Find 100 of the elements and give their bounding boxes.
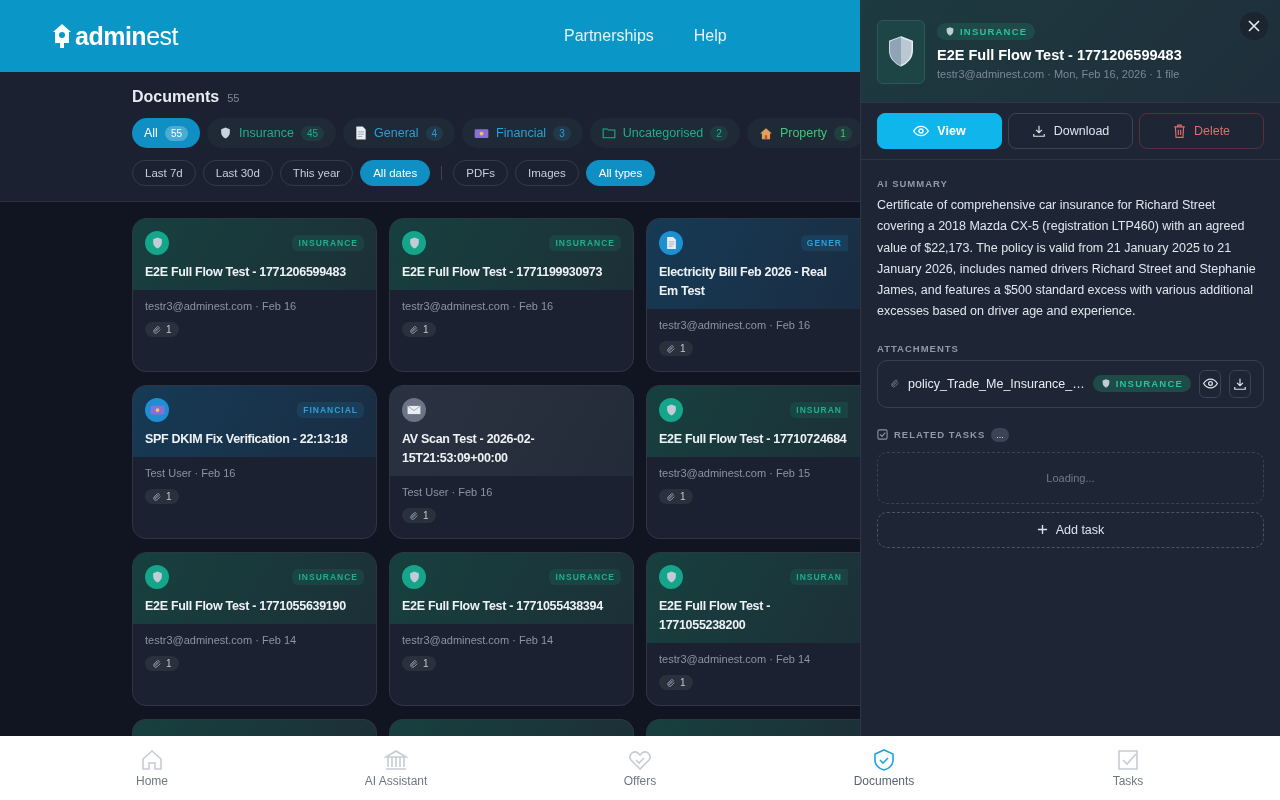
- paperclip-icon: [666, 491, 676, 502]
- attachment-count: 1: [659, 489, 693, 504]
- download-button[interactable]: [1229, 369, 1251, 398]
- attachment-count: 1: [145, 489, 179, 504]
- task-count: ...: [991, 427, 1009, 442]
- paperclip-icon: [666, 343, 676, 354]
- shield-icon: [402, 565, 426, 589]
- close-button[interactable]: [1240, 12, 1268, 40]
- category-badge: GENER: [800, 235, 848, 251]
- delete-button[interactable]: Delete: [1139, 113, 1264, 149]
- house-icon: [758, 126, 773, 140]
- document-card[interactable]: INSURAN E2E Full Flow Test - 17710724684 testr3@adminest.com · Feb 15 1: [646, 385, 860, 539]
- bottom-nav-tab[interactable]: Documents: [824, 747, 944, 789]
- add-task-button[interactable]: Add task: [877, 511, 1264, 548]
- paperclip-icon: [666, 677, 676, 688]
- paperclip-icon: [890, 377, 900, 391]
- paperclip-icon: [152, 658, 162, 669]
- category-chip[interactable]: Uncategorised 2: [589, 118, 740, 148]
- download-icon: [1233, 376, 1247, 391]
- card-meta: Test User · Feb 16: [145, 467, 237, 479]
- paperclip-icon: [409, 324, 419, 335]
- document-card[interactable]: FINANCIAL SPF DKIM Fix Verification - 22:13:18 Test User · Feb 16 1: [132, 385, 377, 539]
- category-badge: INSURANCE: [937, 23, 1036, 40]
- shield-icon: [659, 398, 683, 422]
- card-meta: testr3@adminest.com · Feb 14: [402, 634, 555, 646]
- shield-icon: [1100, 378, 1111, 390]
- card-meta: testr3@adminest.com · Feb 16: [402, 300, 555, 312]
- bottom-nav-tab[interactable]: Tasks: [1068, 747, 1188, 789]
- bottom-nav-tab[interactable]: Offers: [580, 747, 700, 789]
- attachment-count: 1: [659, 341, 693, 356]
- date-filter-chip[interactable]: All dates: [360, 160, 431, 186]
- type-filter-chip[interactable]: All types: [585, 160, 656, 186]
- file-name[interactable]: policy_Trade_Me_Insurance_…: [908, 376, 1085, 391]
- banknote-icon: [474, 127, 490, 139]
- folder-icon: [601, 127, 616, 139]
- document-card[interactable]: AV Scan Test - 2026-02-15T21:53:09+00:00 Test User · Feb 16 1: [389, 385, 634, 539]
- card-title: E2E Full Flow Test - 1771055238200: [659, 598, 772, 634]
- shield-icon: [145, 231, 169, 255]
- attachment-count: 1: [402, 322, 436, 337]
- category-badge: INSURANCE: [292, 569, 364, 585]
- card-meta: testr3@adminest.com · Feb 14: [145, 634, 298, 646]
- category-chip[interactable]: All 55: [132, 118, 201, 148]
- document-count: 55: [227, 92, 240, 104]
- card-meta: testr3@adminest.com · Feb 16: [659, 319, 812, 331]
- document-card[interactable]: INSURAN E2E Full Flow Test - 1771055238200 testr3@adminest.com · Feb 14 1: [646, 552, 860, 706]
- shield-icon: [402, 231, 426, 255]
- banknote-icon: [145, 398, 169, 422]
- section-label: ATTACHMENTS: [877, 342, 960, 354]
- card-title: E2E Full Flow Test - 17710724684: [659, 431, 848, 448]
- paperclip-icon: [409, 510, 419, 521]
- category-badge: FINANCIAL: [297, 402, 364, 418]
- shield-icon: [945, 26, 955, 37]
- page-title: Documents: [132, 88, 220, 106]
- envelope-icon: [402, 398, 426, 422]
- card-meta: testr3@adminest.com · Feb 15: [659, 467, 812, 479]
- bottom-nav-tab[interactable]: Home: [92, 747, 212, 789]
- attachment-count: 1: [145, 656, 179, 671]
- bottom-nav-tab[interactable]: AI Assistant: [336, 747, 456, 789]
- shield-icon: [659, 565, 683, 589]
- category-badge: INSURANCE: [549, 235, 621, 251]
- category-badge: INSURANCE: [1092, 375, 1191, 393]
- close-icon: [1248, 20, 1260, 32]
- category-chip[interactable]: Financial 3: [462, 118, 583, 148]
- plus-icon: [1036, 524, 1048, 536]
- card-title: Electricity Bill Feb 2026 - Real Em Test: [659, 264, 828, 300]
- document-card[interactable]: INSURANCE E2E Full Flow Test - 1771055438394 testr3@adminest.com · Feb 14 1: [389, 552, 634, 706]
- attachment-count: 1: [659, 675, 693, 690]
- card-title: SPF DKIM Fix Verification - 22:13:18: [145, 431, 349, 448]
- paperclip-icon: [152, 324, 162, 335]
- shield-icon: [145, 565, 169, 589]
- card-meta: Test User · Feb 16: [402, 486, 494, 498]
- category-chip[interactable]: General 4: [343, 118, 456, 148]
- section-label: AI SUMMARY: [877, 178, 949, 189]
- card-title: E2E Full Flow Test - 1771199930973: [402, 264, 604, 281]
- preview-button[interactable]: [1199, 369, 1221, 398]
- shield-check-icon: [872, 748, 896, 772]
- card-meta: testr3@adminest.com · Feb 16: [145, 300, 298, 312]
- download-button[interactable]: Download: [1008, 113, 1133, 149]
- shield-icon: [219, 126, 233, 140]
- paperclip-icon: [152, 491, 162, 502]
- document-icon: [355, 126, 368, 140]
- ai-summary: Certificate of comprehensive car insurance for Richard Street covering a 2018 Mazda CX-5 (registration LTP460) with an agreed value of $22,173. The policy is valid from 21 January 2025 to 21 January 2026, includes named drivers Richard Street and Stephanie James, and features a $500 standard excess with various additional excesses based on driver age and experience.: [877, 197, 1257, 321]
- shield-icon: [877, 20, 925, 84]
- card-title: AV Scan Test - 2026-02-15T21:53:09+00:00: [402, 431, 536, 467]
- document-card[interactable]: INSURANCE E2E Full Flow Test - 1771206599483 testr3@adminest.com · Feb 16 1: [132, 218, 377, 372]
- document-card[interactable]: INSURANCE E2E Full Flow Test - 1771055639190 testr3@adminest.com · Feb 14 1: [132, 552, 377, 706]
- document-card[interactable]: GENER Electricity Bill Feb 2026 - Real Em Test testr3@adminest.com · Feb 16 1: [646, 218, 860, 372]
- trash-icon: [1172, 124, 1186, 138]
- attachment-count: 1: [402, 656, 436, 671]
- attachment-count: 1: [402, 508, 436, 523]
- checkbox-icon: [877, 429, 888, 441]
- document-card[interactable]: INSURANCE E2E Full Flow Test - 1771199930973 testr3@adminest.com · Feb 16 1: [389, 218, 634, 372]
- section-label: RELATED TASKS: [894, 429, 986, 441]
- eye-icon: [1202, 378, 1218, 390]
- bank-icon: [384, 748, 408, 772]
- category-chip[interactable]: Insurance 45: [207, 118, 337, 148]
- loading-text: Loading...: [1046, 471, 1095, 484]
- document-icon: [659, 231, 683, 255]
- category-badge: INSURAN: [790, 569, 848, 585]
- document-title: E2E Full Flow Test - 1771206599483: [937, 47, 1182, 63]
